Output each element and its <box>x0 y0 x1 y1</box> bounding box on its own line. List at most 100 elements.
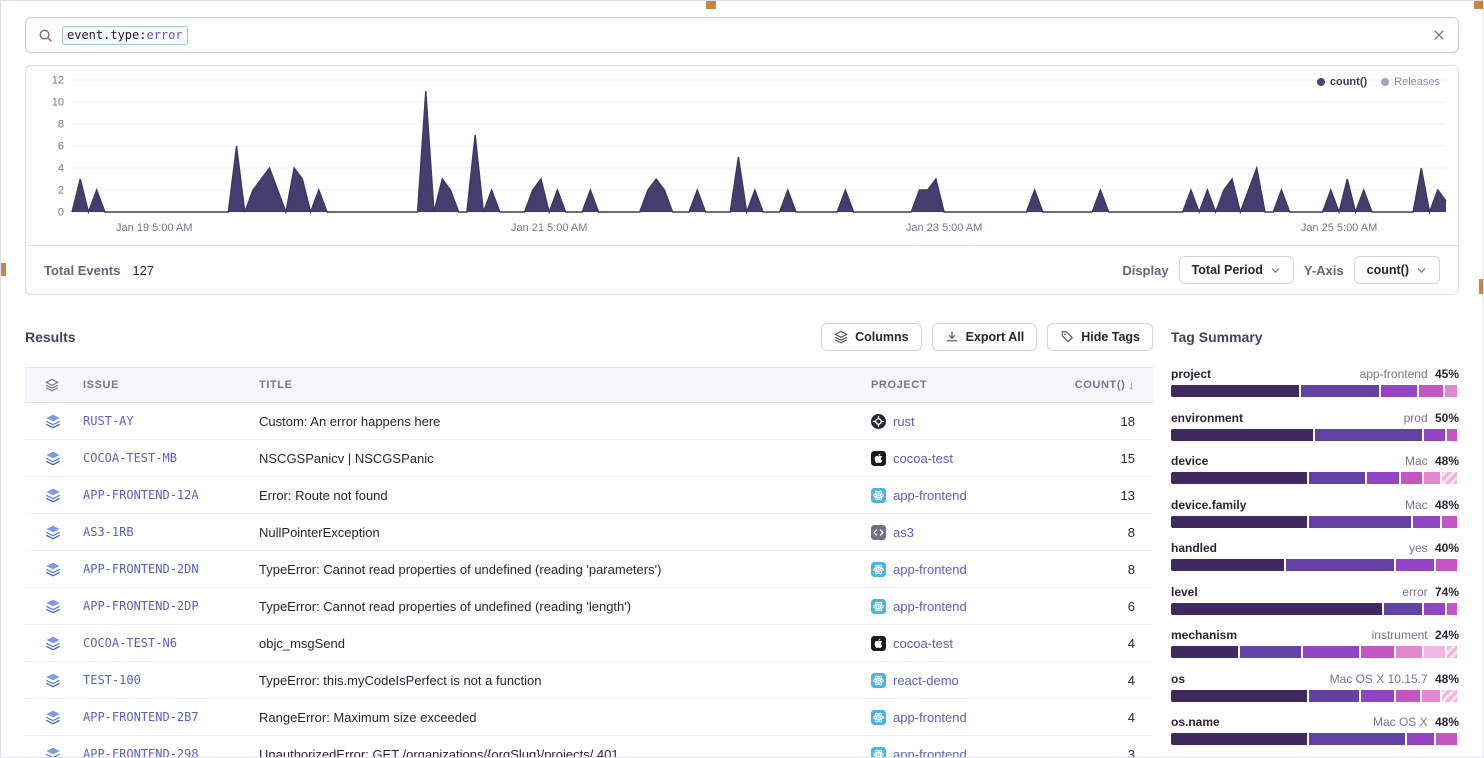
hide-tags-button[interactable]: Hide Tags <box>1047 323 1153 351</box>
tag-bar-segment[interactable] <box>1384 603 1422 615</box>
tag-bar-segment[interactable] <box>1309 690 1359 702</box>
project-name[interactable]: cocoa-test <box>893 451 953 466</box>
column-header-count[interactable]: COUNT() ↓ <box>1057 378 1153 392</box>
export-all-button[interactable]: Export All <box>932 323 1038 351</box>
tag-bar-segment[interactable] <box>1447 603 1457 615</box>
tag-bar-segment[interactable] <box>1171 429 1313 441</box>
tag-bar-segment[interactable] <box>1407 733 1434 745</box>
issue-stack-cell[interactable] <box>25 487 83 503</box>
project-name[interactable]: react-demo <box>893 673 959 688</box>
tag-bar-segment[interactable] <box>1436 559 1457 571</box>
table-row: TEST-100 TypeError: this.myCodeIsPerfect… <box>25 662 1153 699</box>
events-chart[interactable]: 024681012Jan 19 5:00 AMJan 21 5:00 AMJan… <box>34 72 1450 240</box>
issue-id[interactable]: APP-FRONTEND-2DP <box>83 599 259 613</box>
tag-bar-segment[interactable] <box>1424 646 1445 658</box>
tag-summary-item: level error 74% <box>1171 585 1459 615</box>
project-name[interactable]: app-frontend <box>893 747 967 758</box>
project-name[interactable]: rust <box>893 414 915 429</box>
columns-button[interactable]: Columns <box>821 323 921 351</box>
tag-bar-segment[interactable] <box>1367 472 1400 484</box>
issue-stack-cell[interactable] <box>25 672 83 688</box>
project-name[interactable]: cocoa-test <box>893 636 953 651</box>
tag-bar-segment[interactable] <box>1401 472 1422 484</box>
tag-bar-segment[interactable] <box>1442 472 1457 484</box>
tag-bar-segment[interactable] <box>1171 733 1307 745</box>
tag-bar-segment[interactable] <box>1442 690 1457 702</box>
tag-bar <box>1171 429 1459 441</box>
tag-bar-segment[interactable] <box>1171 690 1307 702</box>
tag-bar-segment[interactable] <box>1419 385 1443 397</box>
column-header-project[interactable]: PROJECT <box>871 379 1057 391</box>
tag-bar-segment[interactable] <box>1171 603 1382 615</box>
legend-item-releases[interactable]: Releases <box>1381 76 1440 88</box>
search-bar[interactable]: event.type:error <box>25 17 1459 53</box>
tag-bar-segment[interactable] <box>1171 385 1299 397</box>
tag-bar-segment[interactable] <box>1286 559 1393 571</box>
issue-stack-cell[interactable] <box>25 598 83 614</box>
issue-id[interactable]: APP-FRONTEND-2DN <box>83 562 259 576</box>
tag-bar-segment[interactable] <box>1381 385 1416 397</box>
project-name[interactable]: app-frontend <box>893 562 967 577</box>
issue-id[interactable]: AS3-1RB <box>83 525 259 539</box>
issue-stack-cell[interactable] <box>25 524 83 540</box>
tag-bar-segment[interactable] <box>1309 516 1411 528</box>
project-name[interactable]: app-frontend <box>893 488 967 503</box>
tag-bar-segment[interactable] <box>1309 733 1405 745</box>
tag-bar-segment[interactable] <box>1171 559 1284 571</box>
tag-bar-segment[interactable] <box>1301 385 1380 397</box>
tag-bar-segment[interactable] <box>1171 472 1307 484</box>
display-dropdown[interactable]: Total Period <box>1179 256 1294 284</box>
issue-id[interactable]: COCOA-TEST-MB <box>83 451 259 465</box>
tag-bar-segment[interactable] <box>1171 646 1238 658</box>
tag-bar-segment[interactable] <box>1442 516 1457 528</box>
svg-text:12: 12 <box>52 75 64 87</box>
issue-stack-cell[interactable] <box>25 746 83 758</box>
issue-stack-cell[interactable] <box>25 413 83 429</box>
issue-id[interactable]: COCOA-TEST-N6 <box>83 636 259 650</box>
tag-bar-segment[interactable] <box>1424 472 1439 484</box>
tag-bar-segment[interactable] <box>1436 733 1457 745</box>
issue-id[interactable]: APP-FRONTEND-12A <box>83 488 259 502</box>
tag-bar-segment[interactable] <box>1413 516 1440 528</box>
tag-bar-segment[interactable] <box>1361 646 1394 658</box>
header-stack-toggle[interactable] <box>25 378 83 392</box>
svg-text:10: 10 <box>52 97 64 109</box>
column-header-title[interactable]: TITLE <box>259 379 871 391</box>
tag-bar-segment[interactable] <box>1396 646 1423 658</box>
tag-bar-segment[interactable] <box>1396 559 1434 571</box>
project-name[interactable]: as3 <box>893 525 914 540</box>
tag-bar-segment[interactable] <box>1361 690 1394 702</box>
tag-bar-segment[interactable] <box>1447 429 1457 441</box>
project-cell: cocoa-test <box>871 451 1057 466</box>
screenshot-artifact <box>1479 279 1484 294</box>
tag-bar-segment[interactable] <box>1303 646 1359 658</box>
issue-stack-cell[interactable] <box>25 635 83 651</box>
project-name[interactable]: app-frontend <box>893 599 967 614</box>
tag-bar-segment[interactable] <box>1240 646 1301 658</box>
clear-search-button[interactable] <box>1432 28 1446 42</box>
project-name[interactable]: app-frontend <box>893 710 967 725</box>
issue-id[interactable]: TEST-100 <box>83 673 259 687</box>
tag-bar-segment[interactable] <box>1445 385 1457 397</box>
tag-bar-segment[interactable] <box>1422 690 1440 702</box>
issue-stack-cell[interactable] <box>25 561 83 577</box>
tag-bar-segment[interactable] <box>1315 429 1422 441</box>
tag-bar-segment[interactable] <box>1424 429 1445 441</box>
table-row: APP-FRONTEND-298 UnauthorizedError: GET … <box>25 736 1153 758</box>
tag-name: device <box>1171 454 1208 468</box>
tag-bar-segment[interactable] <box>1424 603 1445 615</box>
issue-stack-cell[interactable] <box>25 450 83 466</box>
tag-bar-segment[interactable] <box>1171 516 1307 528</box>
yaxis-dropdown[interactable]: count() <box>1354 256 1440 284</box>
issue-id[interactable]: APP-FRONTEND-298 <box>83 747 259 758</box>
search-query-token[interactable]: event.type:error <box>62 26 188 45</box>
tag-bar-segment[interactable] <box>1447 646 1457 658</box>
column-header-issue[interactable]: ISSUE <box>83 379 259 391</box>
tag-bar-segment[interactable] <box>1309 472 1365 484</box>
legend-item-count[interactable]: count() <box>1317 76 1367 88</box>
issue-stack-cell[interactable] <box>25 709 83 725</box>
project-icon <box>871 525 886 540</box>
issue-id[interactable]: RUST-AY <box>83 414 259 428</box>
issue-id[interactable]: APP-FRONTEND-2B7 <box>83 710 259 724</box>
tag-bar-segment[interactable] <box>1396 690 1420 702</box>
